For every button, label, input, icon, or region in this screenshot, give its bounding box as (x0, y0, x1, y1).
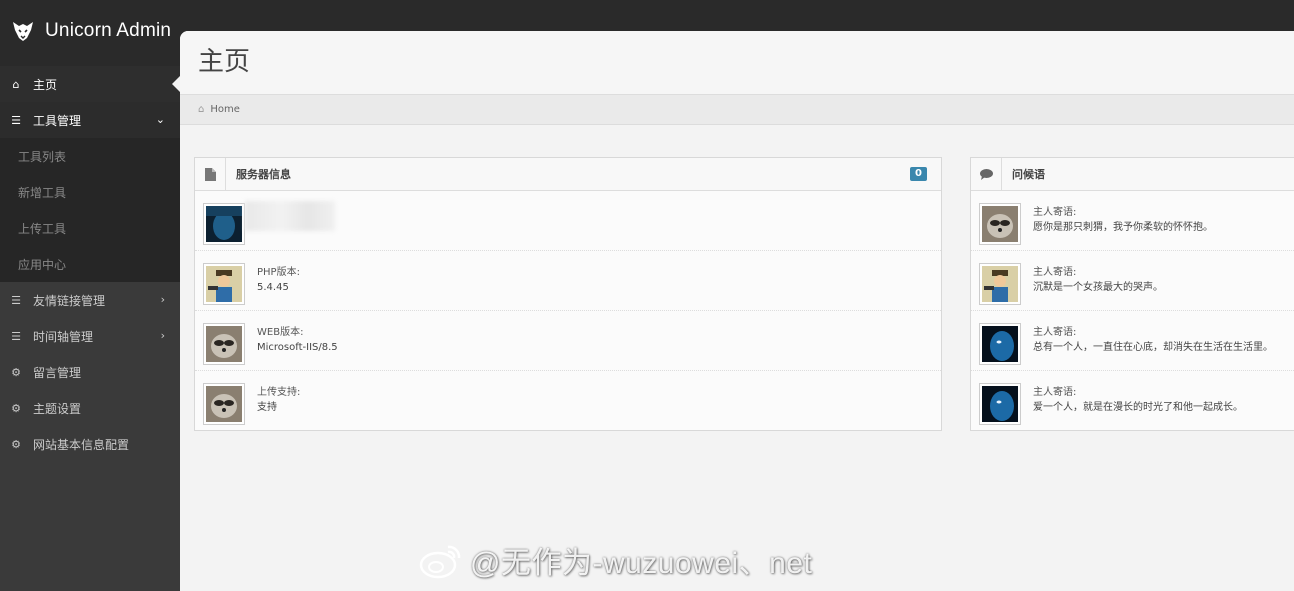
sidebar-item-label: 工具管理 (33, 113, 82, 128)
avatar (203, 203, 245, 245)
list-item: 主人寄语: 爱一个人，就是在漫长的时光了和他一起成长。 (971, 371, 1294, 431)
server-info-widget: 服务器信息 0 PHP版本: 5.4.45 WEB版本: Microsoft-I… (194, 157, 942, 431)
sidebar-item-messages[interactable]: ⚙ 留言管理 (0, 354, 180, 390)
main-content: 主页 ⌂ Home 服务器信息 0 PHP版本: 5.4.45 WEB版本: M… (180, 31, 1294, 591)
submenu-item-upload-tool[interactable]: 上传工具 (0, 210, 180, 246)
redacted-text (245, 201, 335, 231)
avatar (203, 323, 245, 365)
row-label: WEB版本: (257, 327, 304, 338)
watermark: @无作为-wuzuowei、net (418, 538, 812, 582)
list-icon: ☰ (11, 293, 21, 307)
sidebar-item-label: 友情链接管理 (33, 293, 106, 308)
sidebar-item-label: 留言管理 (33, 365, 82, 380)
count-badge: 0 (910, 167, 927, 181)
row-label: 主人寄语: (1033, 327, 1077, 338)
chevron-right-icon: › (160, 329, 165, 342)
list-item: PHP版本: 5.4.45 (195, 251, 941, 311)
chevron-down-icon: ⌄ (155, 113, 165, 126)
brand[interactable]: Unicorn Admin (10, 18, 171, 44)
list-icon: ☰ (11, 113, 21, 127)
sidebar-item-theme[interactable]: ⚙ 主题设置 (0, 390, 180, 426)
breadcrumb-home[interactable]: Home (210, 104, 240, 115)
sidebar-item-label: 网站基本信息配置 (33, 437, 130, 452)
home-icon: ⌂ (198, 104, 205, 115)
avatar (979, 263, 1021, 305)
submenu-item-app-center[interactable]: 应用中心 (0, 246, 180, 282)
row-label: 主人寄语: (1033, 207, 1077, 218)
row-label: 主人寄语: (1033, 387, 1077, 398)
sidebar-item-tools[interactable]: ☰ 工具管理 ⌄ (0, 102, 180, 138)
list-icon: ☰ (11, 329, 21, 343)
unicorn-logo-icon (13, 22, 33, 41)
row-value: 愿你是那只刺猬，我予你柔软的怀怀抱。 (1033, 222, 1213, 233)
greeting-widget: 问候语 主人寄语: 愿你是那只刺猬，我予你柔软的怀怀抱。 主人寄语: 沉默是一个… (970, 157, 1294, 431)
home-icon: ⌂ (12, 77, 20, 91)
avatar (979, 323, 1021, 365)
gear-icon: ⚙ (11, 437, 21, 451)
row-label: PHP版本: (257, 267, 300, 278)
list-item: 上传支持: 支持 (195, 371, 941, 431)
gear-icon: ⚙ (11, 401, 21, 415)
submenu-item-tool-list[interactable]: 工具列表 (0, 138, 180, 174)
avatar (203, 263, 245, 305)
sidebar-item-label: 主题设置 (33, 401, 82, 416)
tools-submenu: 工具列表 新增工具 上传工具 应用中心 (0, 138, 180, 282)
page-title: 主页 (198, 46, 251, 76)
list-item (195, 191, 941, 251)
active-indicator (172, 76, 180, 92)
avatar (979, 203, 1021, 245)
sidebar-item-label: 主页 (33, 77, 58, 92)
sidebar-item-label: 时间轴管理 (33, 329, 94, 344)
row-value: 爱一个人，就是在漫长的时光了和他一起成长。 (1033, 402, 1243, 413)
row-value: 沉默是一个女孩最大的哭声。 (1033, 282, 1163, 293)
comment-icon (971, 157, 1002, 191)
list-item: 主人寄语: 总有一个人，一直住在心底，却消失在生活在生活里。 (971, 311, 1294, 371)
content-header: 主页 (180, 31, 1294, 95)
list-item: 主人寄语: 愿你是那只刺猬，我予你柔软的怀怀抱。 (971, 191, 1294, 251)
sidebar: ⌂ 主页 ☰ 工具管理 ⌄ 工具列表 新增工具 上传工具 应用中心 ☰ 友情链接… (0, 66, 180, 591)
sidebar-item-home[interactable]: ⌂ 主页 (0, 66, 180, 102)
sidebar-item-friend-links[interactable]: ☰ 友情链接管理 › (0, 282, 180, 318)
row-value: Microsoft-IIS/8.5 (257, 342, 338, 353)
sidebar-item-site-config[interactable]: ⚙ 网站基本信息配置 (0, 426, 180, 462)
widget-title-text: 问候语 (1012, 168, 1045, 181)
gear-icon: ⚙ (11, 365, 21, 379)
breadcrumb: ⌂ Home (180, 95, 1294, 125)
sidebar-item-timeline[interactable]: ☰ 时间轴管理 › (0, 318, 180, 354)
widget-title-text: 服务器信息 (236, 168, 291, 181)
chevron-right-icon: › (160, 293, 165, 306)
brand-title: Unicorn Admin (45, 20, 172, 41)
row-label: 上传支持: (257, 387, 301, 398)
avatar (203, 383, 245, 425)
list-item: WEB版本: Microsoft-IIS/8.5 (195, 311, 941, 371)
submenu-item-add-tool[interactable]: 新增工具 (0, 174, 180, 210)
file-icon (195, 157, 226, 191)
row-value: 支持 (257, 402, 277, 413)
list-item: 主人寄语: 沉默是一个女孩最大的哭声。 (971, 251, 1294, 311)
widget-title: 问候语 (971, 157, 1294, 191)
widget-title: 服务器信息 0 (195, 157, 941, 191)
weibo-logo-icon (419, 545, 461, 579)
row-label: 主人寄语: (1033, 267, 1077, 278)
row-value: 5.4.45 (257, 282, 289, 293)
row-value: 总有一个人，一直住在心底，却消失在生活在生活里。 (1033, 342, 1273, 353)
watermark-text: @无作为-wuzuowei、net (470, 547, 813, 580)
avatar (979, 383, 1021, 425)
